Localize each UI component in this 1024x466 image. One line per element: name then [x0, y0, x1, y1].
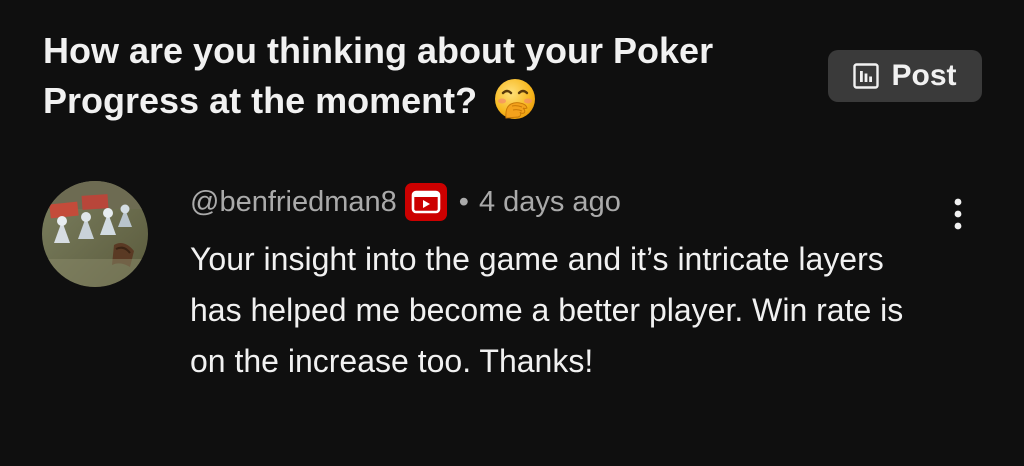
- poll-icon: [853, 63, 880, 89]
- comment: @benfriedman8 • 4 days ago Your insight …: [190, 182, 930, 387]
- more-vertical-icon[interactable]: [944, 196, 972, 232]
- post-header: How are you thinking about your Poker Pr…: [43, 26, 823, 126]
- comment-time[interactable]: 4 days ago: [479, 186, 621, 219]
- comment-text: Your insight into the game and it’s intr…: [190, 241, 904, 379]
- post-title-line-2: Progress at the moment?: [43, 80, 478, 121]
- youtube-member-badge-icon: [404, 183, 447, 221]
- meta-separator: •: [458, 185, 469, 218]
- avatar-image: [42, 181, 148, 287]
- comment-meta: @benfriedman8 • 4 days ago: [190, 182, 930, 222]
- face-with-hand-over-mouth-emoji-icon: [495, 79, 536, 119]
- avatar[interactable]: [42, 181, 148, 287]
- post-type-label: Post: [891, 59, 957, 92]
- post-title-line-1: How are you thinking about your Poker: [43, 30, 714, 71]
- post-title: How are you thinking about your Poker Pr…: [43, 26, 823, 126]
- comment-author[interactable]: @benfriedman8: [190, 186, 397, 219]
- post-type-button[interactable]: Post: [828, 50, 982, 102]
